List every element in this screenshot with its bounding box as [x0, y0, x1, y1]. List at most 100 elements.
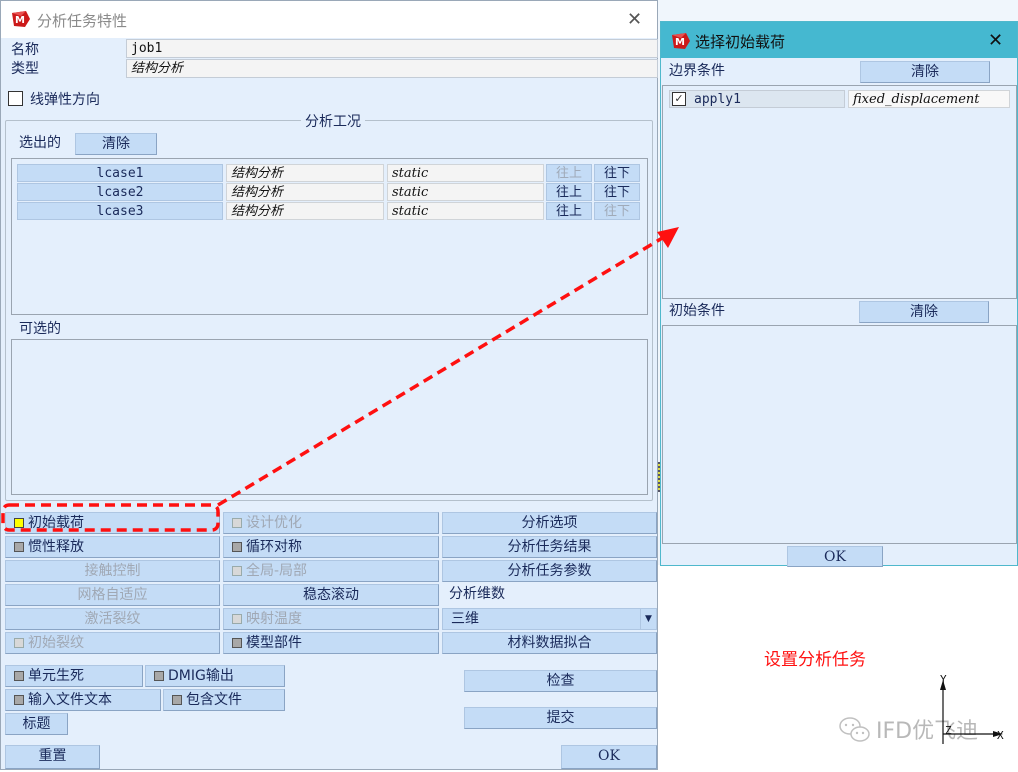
- load-case-type-cell: 结构分析: [226, 164, 384, 182]
- option-button-opt-col2-1[interactable]: 循环对称: [223, 536, 439, 558]
- dropdown-value: 三维: [451, 611, 479, 627]
- chevron-down-icon[interactable]: ▼: [640, 609, 656, 629]
- wechat-icon: [839, 717, 870, 742]
- ok-button[interactable]: OK: [561, 745, 657, 769]
- analysis-dimension-label: 分析维数: [449, 586, 505, 602]
- option-label: 映射温度: [246, 611, 302, 627]
- checkbox-checked-icon[interactable]: ✓: [672, 92, 686, 106]
- load-cases-group-title: 分析工况: [301, 111, 365, 131]
- checkbox-box[interactable]: [8, 91, 23, 106]
- indicator-icon: [14, 695, 24, 705]
- option-label: 稳态滚动: [303, 587, 359, 603]
- load-case-name-button[interactable]: lcase3: [17, 202, 223, 220]
- include-file-button[interactable]: 包含文件: [163, 689, 285, 711]
- job-properties-window: M 分析任务特性 ✕ 名称 job1 类型 结构分析 线弹性方向 分析工况 选出…: [0, 0, 658, 770]
- boundary-conditions-label: 边界条件: [669, 63, 725, 79]
- dmig-output-button[interactable]: DMIG输出: [145, 665, 285, 687]
- check-button[interactable]: 检查: [464, 670, 657, 692]
- boundary-conditions-list: [662, 85, 1017, 299]
- close-icon[interactable]: ✕: [988, 30, 1003, 51]
- title-bar: M 选择初始载荷 ✕: [661, 22, 1017, 58]
- option-label: 初始载荷: [28, 515, 84, 531]
- boundary-condition-row[interactable]: apply1 ✓ fixed_displacement: [669, 90, 1011, 109]
- move-down-button[interactable]: 往下: [594, 164, 640, 182]
- available-cases-list: [11, 339, 648, 495]
- element-death-label: 单元生死: [28, 668, 84, 684]
- job-parameters-button[interactable]: 分析任务参数: [442, 560, 657, 582]
- move-up-button[interactable]: 往上: [546, 164, 592, 182]
- axis-x-label: X: [997, 729, 1004, 742]
- option-button-opt-col1-4[interactable]: 激活裂纹: [5, 608, 220, 630]
- reset-button[interactable]: 重置: [5, 745, 100, 769]
- clear-boundary-button[interactable]: 清除: [860, 61, 990, 83]
- option-button-opt-col2-2[interactable]: 全局-局部: [223, 560, 439, 582]
- close-icon[interactable]: ✕: [627, 9, 642, 30]
- svg-text:M: M: [675, 37, 685, 48]
- option-label: 全局-局部: [246, 563, 308, 579]
- option-button-opt-col1-0[interactable]: 初始载荷: [5, 512, 220, 534]
- available-label: 可选的: [19, 321, 61, 337]
- axis-y-label: Y: [940, 673, 947, 686]
- material-fitting-button[interactable]: 材料数据拟合: [442, 632, 657, 654]
- option-button-opt-col2-4[interactable]: 映射温度: [223, 608, 439, 630]
- boundary-name: apply1: [694, 92, 741, 107]
- dmig-output-label: DMIG输出: [168, 668, 234, 684]
- initial-conditions-list: [662, 325, 1017, 544]
- option-label: 设计优化: [246, 515, 302, 531]
- indicator-icon: [232, 518, 242, 528]
- option-button-opt-col1-2[interactable]: 接触控制: [5, 560, 220, 582]
- ok-button[interactable]: OK: [787, 546, 883, 567]
- clear-initial-button[interactable]: 清除: [859, 301, 989, 323]
- option-label: 接触控制: [84, 563, 141, 579]
- option-label: 初始裂纹: [28, 635, 84, 651]
- indicator-icon: [232, 614, 242, 624]
- option-button-opt-col1-3[interactable]: 网格自适应: [5, 584, 220, 606]
- include-file-label: 包含文件: [186, 692, 242, 708]
- option-button-opt-col2-5[interactable]: 模型部件: [223, 632, 439, 654]
- indicator-icon: [154, 671, 164, 681]
- option-button-opt-col1-5[interactable]: 初始裂纹: [5, 632, 220, 654]
- analysis-options-button[interactable]: 分析选项: [442, 512, 657, 534]
- option-button-opt-col1-1[interactable]: 惯性释放: [5, 536, 220, 558]
- marc-logo-icon: M: [11, 10, 31, 28]
- job-results-button[interactable]: 分析任务结果: [442, 536, 657, 558]
- move-down-button[interactable]: 往下: [594, 202, 640, 220]
- name-input[interactable]: job1: [126, 39, 658, 58]
- input-file-text-button[interactable]: 输入文件文本: [5, 689, 161, 711]
- type-field: 结构分析: [126, 59, 658, 78]
- title-button[interactable]: 标题: [5, 713, 68, 735]
- load-case-name-button[interactable]: lcase1: [17, 164, 223, 182]
- option-label: 模型部件: [246, 635, 302, 651]
- title-bar: M 分析任务特性 ✕: [1, 1, 657, 38]
- move-up-button[interactable]: 往上: [546, 202, 592, 220]
- initial-loads-window: M 选择初始载荷 ✕ 边界条件 清除 apply1 ✓ fixed_displace…: [660, 21, 1018, 567]
- option-label: 循环对称: [246, 539, 302, 555]
- indicator-icon: [232, 638, 242, 648]
- input-file-text-label: 输入文件文本: [28, 692, 112, 708]
- annotation-caption: 设置分析任务: [764, 650, 866, 670]
- submit-button[interactable]: 提交: [464, 707, 657, 729]
- indicator-icon: [14, 638, 24, 648]
- move-down-button[interactable]: 往下: [594, 183, 640, 201]
- load-case-type-cell: 结构分析: [226, 202, 384, 220]
- option-button-opt-col2-0[interactable]: 设计优化: [223, 512, 439, 534]
- type-label: 类型: [11, 61, 39, 77]
- load-case-analysis-cell: static: [387, 164, 544, 182]
- boundary-name-cell[interactable]: apply1: [669, 90, 845, 108]
- linear-elastic-label: 线弹性方向: [30, 92, 100, 108]
- load-case-analysis-cell: static: [387, 202, 544, 220]
- initial-conditions-label: 初始条件: [669, 303, 725, 319]
- element-death-button[interactable]: 单元生死: [5, 665, 143, 687]
- option-button-opt-col2-3[interactable]: 稳态滚动: [223, 584, 439, 606]
- option-label: 网格自适应: [77, 587, 148, 603]
- move-up-button[interactable]: 往上: [546, 183, 592, 201]
- selected-label: 选出的: [19, 135, 61, 151]
- analysis-dimension-dropdown[interactable]: 三维 ▼: [442, 608, 657, 630]
- load-case-name-button[interactable]: lcase2: [17, 183, 223, 201]
- boundary-type-cell: fixed_displacement: [848, 90, 1010, 108]
- clear-selected-button[interactable]: 清除: [75, 133, 157, 155]
- option-label: 激活裂纹: [84, 611, 141, 627]
- marc-logo-icon: M: [671, 32, 691, 50]
- svg-text:M: M: [15, 15, 25, 26]
- axis-z-label: Z: [945, 724, 952, 737]
